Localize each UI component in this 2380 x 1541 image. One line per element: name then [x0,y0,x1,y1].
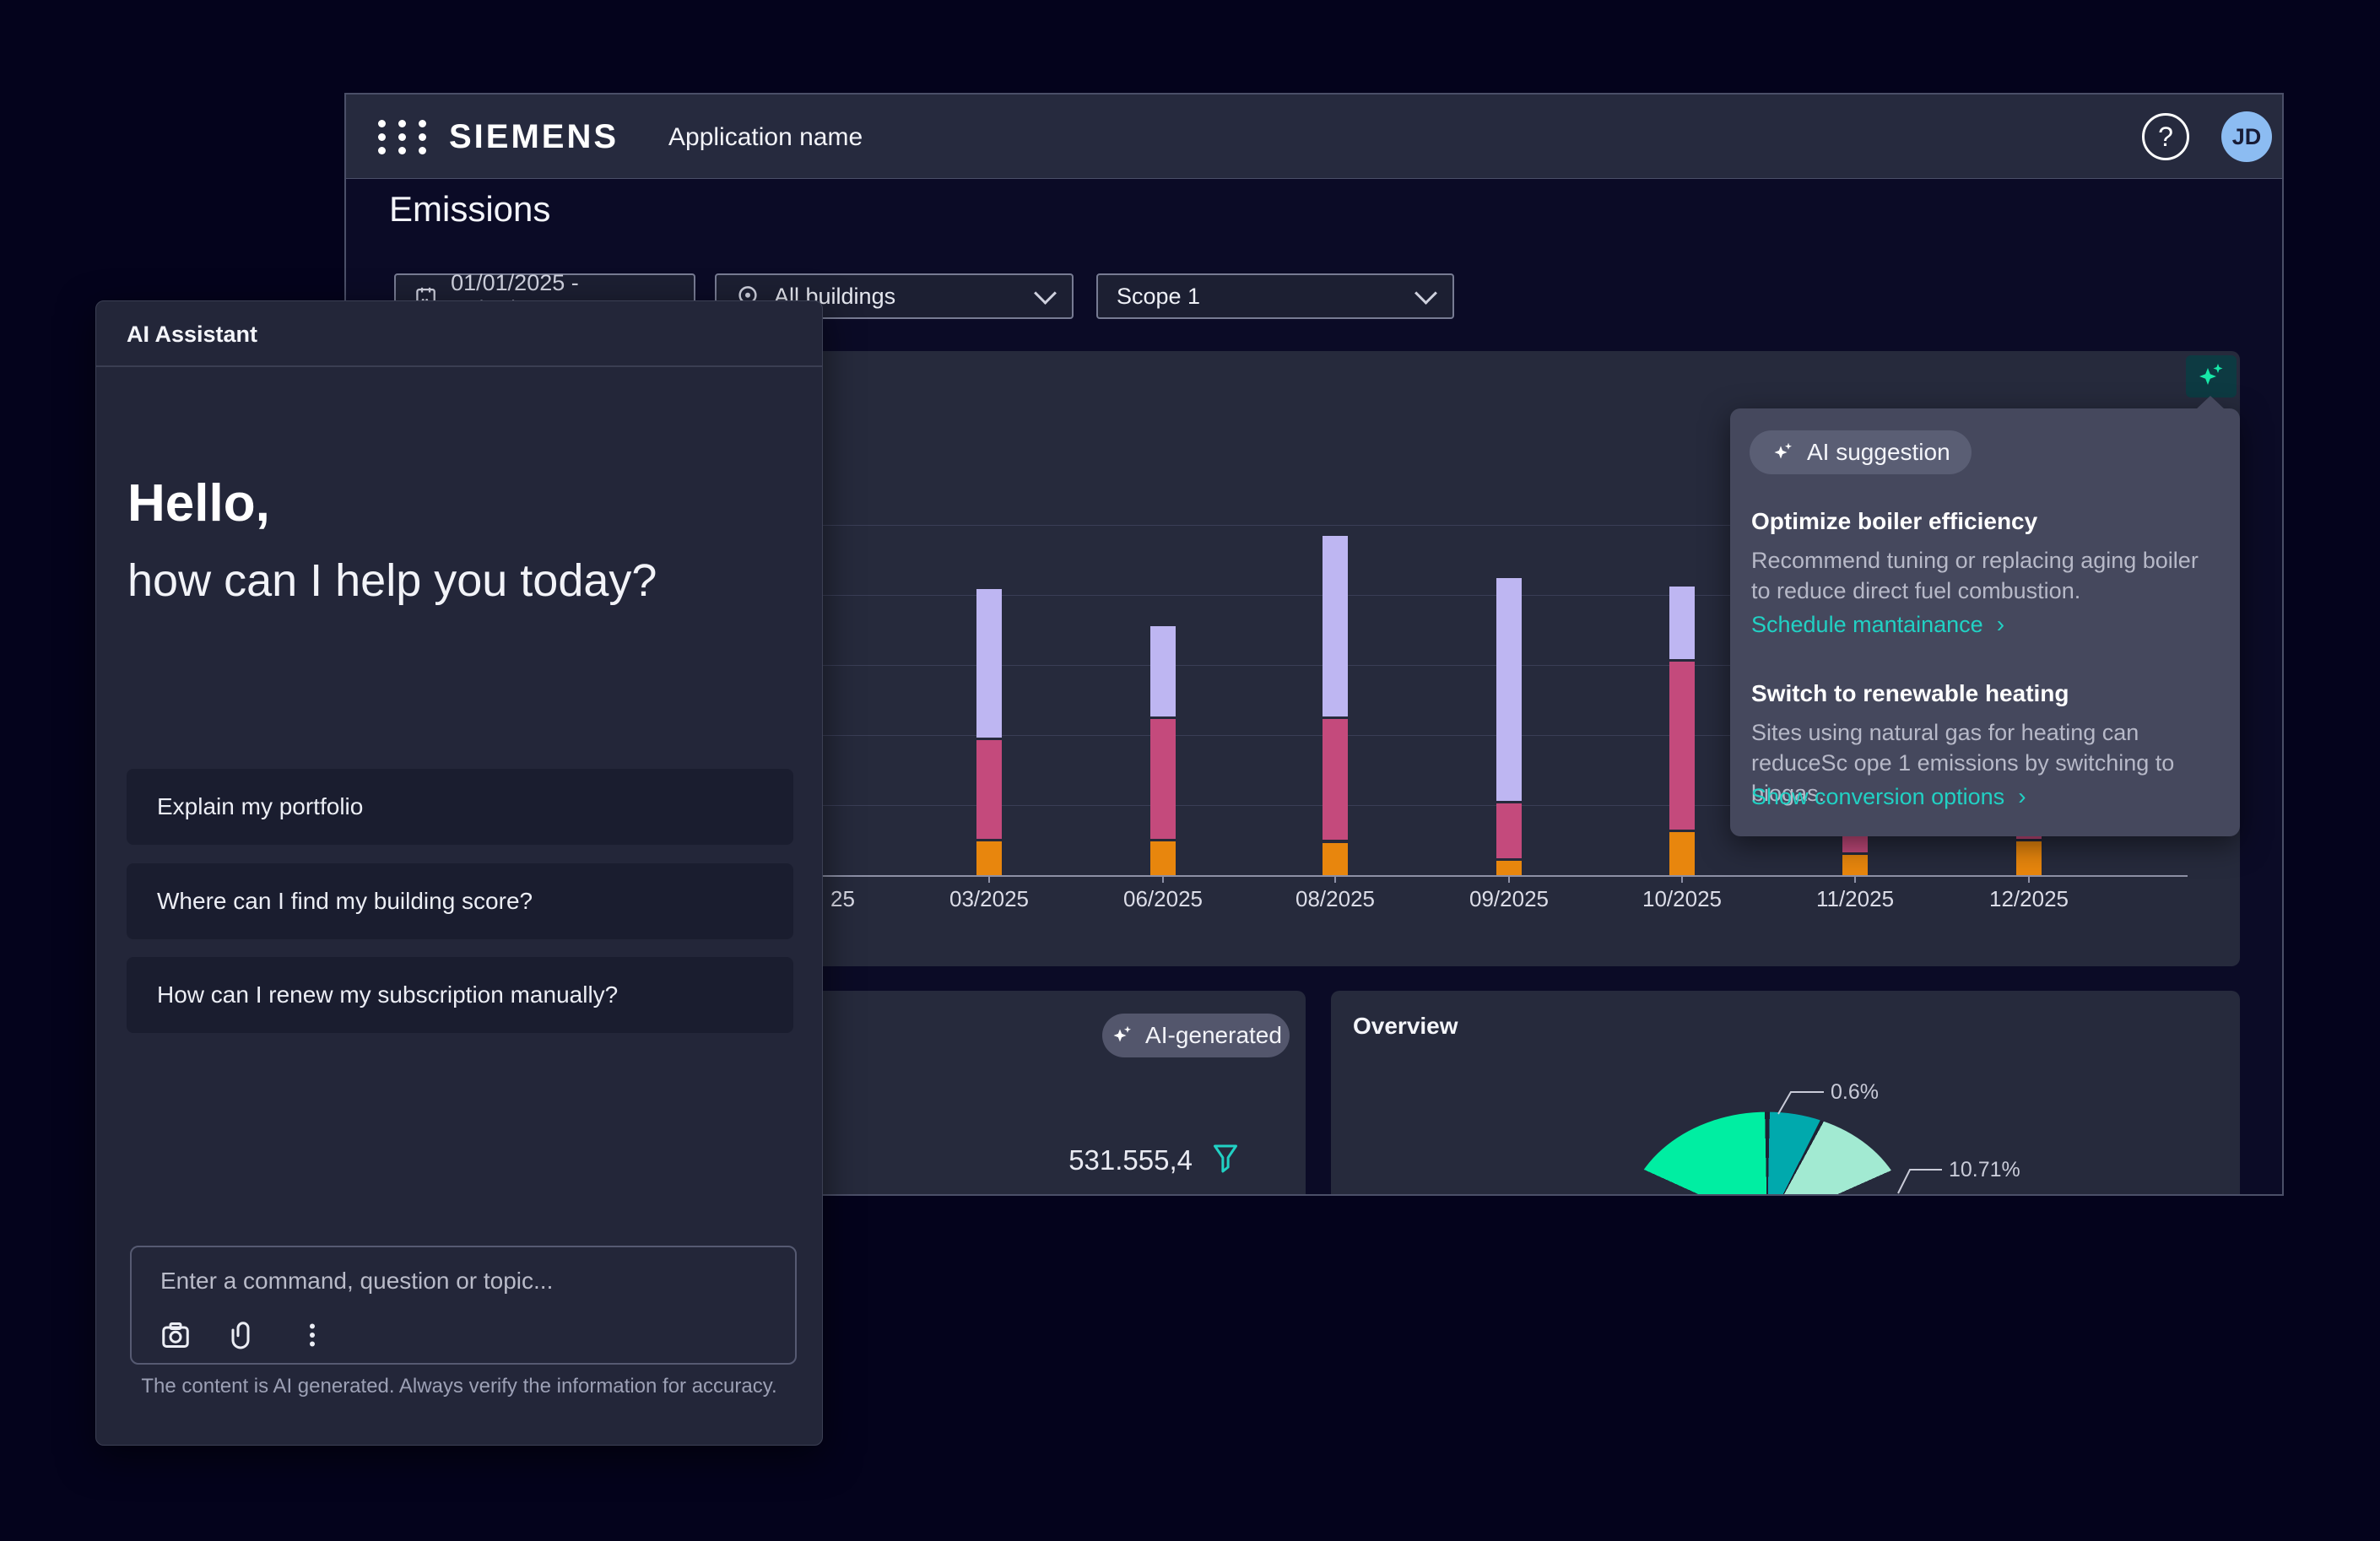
pie-slice-label: 0.6% [1831,1080,1879,1105]
avatar[interactable]: JD [2221,111,2272,162]
x-axis-tick [1854,875,1856,883]
sparkle-icon [2194,361,2228,392]
bar-segment-middle [1323,719,1348,841]
ai-sparkle-button[interactable] [2186,355,2237,397]
paperclip-icon[interactable] [228,1320,258,1350]
x-axis-label: 08/2025 [1295,886,1375,912]
suggestion-title: Optimize boiler efficiency [1751,508,2037,535]
filter-funnel-icon[interactable] [1213,1143,1238,1175]
x-axis-label: 12/2025 [1989,886,2069,912]
pie-leader-lines [1331,991,2240,1196]
help-icon[interactable]: ? [2142,113,2189,160]
x-axis-tick [1334,875,1336,883]
suggestion-title: Switch to renewable heating [1751,680,2069,707]
x-axis-tick [1681,875,1683,883]
bar-segment-bottom [1150,841,1176,875]
donut-hole [1729,1195,1805,1196]
bar-segment-bottom [1496,861,1522,875]
ai-suggestion-badge-label: AI suggestion [1807,439,1950,466]
bar-segment-top [1323,536,1348,716]
kpi-value: 531.555,4 [980,1144,1193,1176]
chevron-down-icon [1034,282,1057,305]
schedule-maintenance-link[interactable]: Schedule mantainance› [1751,611,2004,638]
ai-generated-badge-label: AI-generated [1145,1022,1282,1049]
bar-segment-top [1669,587,1695,660]
x-axis-label: 09/2025 [1469,886,1549,912]
x-axis-tick [1162,875,1164,883]
bar-segment-bottom [976,841,1002,875]
ai-assistant-title: AI Assistant [127,322,257,348]
popover-caret [2196,396,2225,409]
ai-disclaimer: The content is AI generated. Always veri… [96,1375,822,1398]
bar-segment-top [976,589,1002,738]
application-name: Application name [668,123,863,152]
bar-segment-middle [976,740,1002,839]
ai-suggestion-popover: AI suggestion Optimize boiler efficiency… [1730,408,2240,836]
sparkle-icon [1110,1023,1135,1048]
x-axis-label: 10/2025 [1642,886,1722,912]
page-title: Emissions [389,189,550,230]
app-launcher-grid-icon[interactable] [371,116,432,157]
suggestion-button-subscription[interactable]: How can I renew my subscription manually… [127,957,793,1033]
bar-segment-bottom [1323,843,1348,876]
scope-select[interactable]: Scope 1 [1096,273,1454,319]
greeting-line-1: Hello, [127,473,270,533]
suggestion-button-portfolio[interactable]: Explain my portfolio [127,769,793,845]
bar-segment-top [1496,578,1522,801]
assistant-command-input[interactable]: Enter a command, question or topic... [130,1246,797,1365]
sparkle-icon [1771,440,1796,465]
bar-segment-bottom [2016,841,2042,875]
chevron-right-icon: › [1997,611,2004,637]
show-conversion-options-link[interactable]: Show conversion options› [1751,783,2026,810]
x-axis-tick [988,875,990,883]
ai-generated-badge: AI-generated [1102,1014,1290,1057]
x-axis-label: 11/2025 [1816,886,1894,912]
scope-value: Scope 1 [1117,284,1200,310]
ai-assistant-panel: AI Assistant Hello, how can I help you t… [95,300,823,1446]
overview-card: Overview 0.6% 10.71% [1331,991,2240,1196]
x-axis-tick [2028,875,2030,883]
desktop-background: SIEMENS Application name ? JD Emissions … [0,0,2380,1541]
suggestion-button-building-score[interactable]: Where can I find my building score? [127,863,793,939]
camera-icon[interactable] [160,1320,191,1350]
x-axis-label: 03/2025 [949,886,1029,912]
suggestion-body: Recommend tuning or replacing aging boil… [1751,545,2217,606]
chevron-right-icon: › [2018,783,2026,809]
x-axis-label-partial: 25 [830,886,855,912]
pie-slice-label: 10.71% [1949,1158,2020,1182]
x-axis-label: 06/2025 [1123,886,1203,912]
bar-segment-top [1150,626,1176,716]
top-bar: SIEMENS Application name ? JD [346,95,2282,179]
ai-suggestion-badge: AI suggestion [1750,430,1972,474]
bar-segment-middle [1496,803,1522,858]
bar-segment-middle [1150,719,1176,839]
bar-segment-bottom [1842,855,1868,875]
greeting-line-2: how can I help you today? [127,554,657,607]
input-placeholder: Enter a command, question or topic... [160,1268,553,1295]
bar-segment-middle [1669,662,1695,830]
siemens-logo: SIEMENS [449,118,619,156]
x-axis-tick [1508,875,1510,883]
bar-segment-bottom [1669,832,1695,875]
kebab-menu-icon[interactable] [297,1320,327,1350]
ai-assistant-header: AI Assistant [96,301,822,367]
chevron-down-icon [1414,282,1437,305]
